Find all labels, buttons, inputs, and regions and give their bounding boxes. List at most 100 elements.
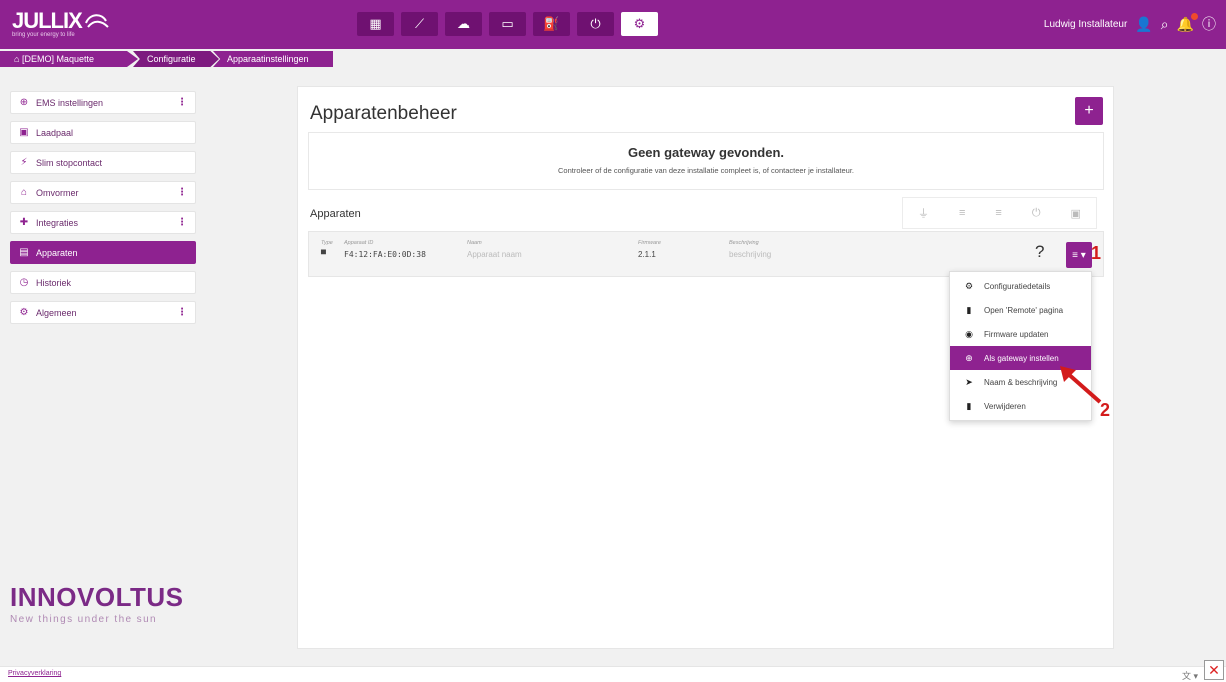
menu-item-label: Verwijderen [984, 401, 1026, 411]
more-vertical-icon[interactable]: ⋮ [177, 307, 187, 318]
nav-plug-icon[interactable]: ⏻ [577, 12, 614, 36]
charger-icon[interactable]: ▣ [1071, 207, 1081, 220]
menu-item-label: Als gateway instellen [984, 353, 1059, 363]
menu-item-label: Open 'Remote' pagina [984, 305, 1064, 315]
col-firmware: Firmware 2.1.1 [638, 240, 661, 259]
footer: Privacyverklaring 文 ▾ [0, 666, 1226, 682]
nav-ev-charger-icon[interactable]: ⛽ [533, 12, 570, 36]
devices-icon: ▤ [19, 247, 29, 258]
col-id-header: Apparaat ID [344, 240, 374, 246]
house-icon: ⌂ [20, 187, 28, 198]
sidebar-item-label: EMS instellingen [36, 97, 104, 108]
device-description-field[interactable]: beschrijving [729, 250, 771, 259]
more-vertical-icon[interactable]: ⋮ [177, 217, 187, 228]
more-vertical-icon[interactable]: ⋮ [177, 187, 187, 198]
col-name: Naam Apparaat naam [467, 240, 522, 259]
col-name-header: Naam [467, 240, 482, 246]
nav-battery-icon[interactable]: ▭ [489, 12, 526, 36]
innovoltus-logo: INNOVOLTUS New things under the sun [10, 582, 184, 625]
help-icon[interactable]: ⓘ [1202, 14, 1216, 34]
annotation-2: 2 [1100, 400, 1111, 420]
plug-icon[interactable]: ⏻ [1032, 207, 1041, 220]
brand-slogan: New things under the sun [10, 614, 158, 625]
device-firmware: 2.1.1 [638, 250, 656, 259]
history-icon: ◷ [19, 277, 29, 288]
privacy-link[interactable]: Privacyverklaring [8, 670, 61, 677]
nav-chart-icon[interactable]: ⟋ [401, 12, 438, 36]
puzzle-icon: ✚ [19, 217, 29, 228]
sidebar-item-apparaten[interactable]: ▤ Apparaten [10, 241, 196, 264]
annotation-1: 1 [1091, 243, 1102, 263]
device-id: F4:12:FA:E0:0D:38 [344, 250, 426, 259]
gateway-notice: Geen gateway gevonden. Controleer of de … [308, 132, 1104, 190]
ems-icon: ⊕ [19, 97, 29, 108]
breadcrumb-config[interactable]: Configuratie [133, 51, 219, 67]
col-type: Type ▀ [321, 240, 333, 259]
user-area: Ludwig Installateur 👤 ⌕ 🔔 ⓘ [1044, 12, 1216, 34]
sidebar-item-historiek[interactable]: ◷ Historiek [10, 271, 196, 294]
close-icon[interactable]: ✕ [1204, 660, 1224, 680]
user-icon[interactable]: 👤 [1135, 16, 1152, 33]
devices-section-title: Apparaten [310, 208, 361, 220]
page-title: Apparatenbeheer [310, 103, 457, 124]
more-vertical-icon[interactable]: ⋮ [177, 97, 187, 108]
sidebar-item-label: Algemeen [36, 307, 77, 318]
col-firmware-header: Firmware [638, 240, 661, 246]
breadcrumb-current: Apparaatinstellingen [213, 51, 333, 67]
annotation-arrow-icon [1060, 366, 1102, 404]
menu-item-configuratiedetails[interactable]: ⚙ Configuratiedetails [950, 274, 1091, 298]
nav-dashboard-icon[interactable]: ▦ [357, 12, 394, 36]
breadcrumb-home[interactable]: ⌂ [DEMO] Maquette [0, 51, 138, 67]
language-selector[interactable]: 文 ▾ [1182, 669, 1198, 682]
sidebar-item-label: Apparaten [36, 247, 78, 258]
device-menu-button[interactable]: ≡ ▾ [1066, 242, 1092, 268]
help-question-icon[interactable]: ? [1035, 242, 1044, 262]
jullix-logo[interactable]: JULLIX bring your energy to life [12, 8, 110, 38]
brand-name: INNOVOLTUS [10, 582, 184, 612]
menu-item-firmware-updaten[interactable]: ◉ Firmware updaten [950, 322, 1091, 346]
home-icon: ⌂ [14, 54, 22, 64]
sidebar-item-laadpaal[interactable]: ▣ Laadpaal [10, 121, 196, 144]
device-name-field[interactable]: Apparaat naam [467, 250, 522, 259]
meter-icon[interactable]: ⏚ [918, 205, 929, 221]
gear-icon: ⚙ [964, 280, 974, 291]
ev-charger-icon: ▣ [19, 127, 29, 138]
nav-brain-icon[interactable]: ☁ [445, 12, 482, 36]
device-filter-bar: ⏚ ≡ ≡ ⏻ ▣ [902, 197, 1097, 229]
notification-badge [1191, 12, 1198, 20]
tag-icon: ➤ [965, 376, 973, 387]
logo-swirl-icon [84, 14, 109, 28]
sidebar-item-label: Integraties [36, 217, 79, 228]
sidebar-item-omvormer[interactable]: ⌂ Omvormer ⋮ [10, 181, 196, 204]
sidebar-item-ems[interactable]: ⊕ EMS instellingen ⋮ [10, 91, 196, 114]
remote-icon: ▮ [966, 304, 972, 315]
col-id: Apparaat ID F4:12:FA:E0:0D:38 [344, 240, 426, 259]
sidebar-item-slim-stopcontact[interactable]: ⚡ Slim stopcontact [10, 151, 196, 174]
sidebar-item-label: Historiek [36, 277, 72, 288]
battery-icon[interactable]: ≡ [995, 207, 1001, 219]
sidebar-item-label: Slim stopcontact [36, 157, 103, 168]
col-description: Beschrijving beschrijving [729, 240, 771, 259]
nav-settings-icon[interactable]: ⚙ [621, 12, 658, 36]
notice-title: Geen gateway gevonden. [627, 145, 785, 160]
notice-text: Controleer of de configuratie van deze i… [557, 166, 854, 175]
main-nav: ▦ ⟋ ☁ ▭ ⛽ ⏻ ⚙ [357, 12, 658, 36]
sidebar: ⊕ EMS instellingen ⋮ ▣ Laadpaal ⚡ Slim s… [10, 91, 196, 331]
menu-item-open-remote[interactable]: ▮ Open 'Remote' pagina [950, 298, 1091, 322]
search-icon[interactable]: ⌕ [1161, 16, 1169, 33]
gateway-icon: ⊕ [965, 352, 973, 363]
logo-tagline: bring your energy to life [12, 32, 75, 38]
breadcrumb-home-label: [DEMO] Maquette [21, 54, 94, 64]
sidebar-item-algemeen[interactable]: ⚙ Algemeen ⋮ [10, 301, 196, 324]
menu-item-label: Naam & beschrijving [984, 377, 1058, 387]
col-description-header: Beschrijving [729, 240, 759, 246]
logo-text: JULLIX [12, 8, 83, 33]
menu-item-label: Firmware updaten [984, 329, 1049, 339]
sidebar-item-integraties[interactable]: ✚ Integraties ⋮ [10, 211, 196, 234]
gateway-icon[interactable]: ≡ [959, 207, 965, 219]
col-type-header: Type [321, 240, 333, 246]
trash-icon: ▮ [966, 400, 972, 411]
bell-icon[interactable]: 🔔 [1177, 12, 1198, 33]
user-name[interactable]: Ludwig Installateur [1044, 19, 1127, 30]
add-device-button[interactable]: + [1075, 97, 1103, 125]
